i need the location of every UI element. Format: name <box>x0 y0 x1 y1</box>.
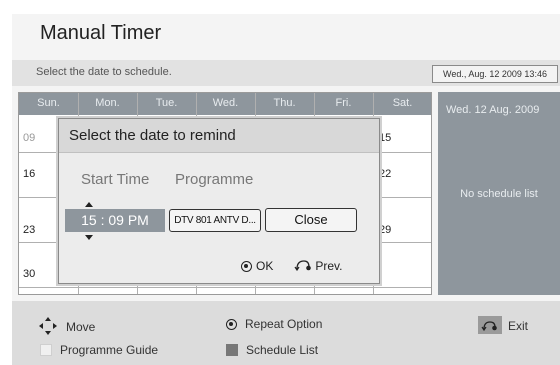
day-header-fri: Fri. <box>335 97 352 109</box>
programme-label: Programme <box>175 171 254 188</box>
day-header-sun: Sun. <box>37 97 60 109</box>
calendar-day-23[interactable]: 23 <box>23 224 35 236</box>
day-header-tue: Tue. <box>155 97 178 109</box>
help-exit: Exit <box>478 316 528 334</box>
help-repeat-option: Repeat Option <box>226 317 322 331</box>
help-move: Move <box>38 316 95 336</box>
exit-label: Exit <box>508 319 529 333</box>
current-datetime: Wed., Aug. 12 2009 13:46 <box>432 65 558 83</box>
dialog-title: Select the date to remind <box>69 127 236 144</box>
start-time-field[interactable]: 15 : 09 PM <box>65 209 165 232</box>
start-time-label: Start Time <box>81 171 150 188</box>
return-icon <box>294 260 311 272</box>
close-button[interactable]: Close <box>265 208 357 232</box>
calendar-day-29[interactable]: 29 <box>379 224 391 236</box>
day-header-sat: Sat. <box>392 97 413 109</box>
help-schedule-list: Schedule List <box>226 343 318 357</box>
help-bar: Move Repeat Option Exit Programme Guide … <box>12 301 560 365</box>
dialog-title-bar: Select the date to remind <box>59 119 379 153</box>
calendar-header: Sun. Mon. Tue. Wed. Thu. Fri. Sat. <box>19 93 431 115</box>
ok-label: OK <box>256 259 274 273</box>
calendar-day-22[interactable]: 22 <box>379 168 391 180</box>
time-down-icon[interactable] <box>85 235 93 240</box>
manual-timer-screen: Manual Timer Select the date to schedule… <box>12 14 560 365</box>
dialog-footer: OK Prev. <box>241 259 343 273</box>
no-schedule-message: No schedule list <box>460 188 538 200</box>
help-programme-guide: Programme Guide <box>40 343 158 357</box>
time-up-icon[interactable] <box>85 202 93 207</box>
selected-date: Wed. 12 Aug. 2009 <box>446 104 540 116</box>
instruction-text: Select the date to schedule. <box>36 66 172 78</box>
schedule-side-panel: Wed. 12 Aug. 2009 No schedule list <box>438 92 560 295</box>
day-header-thu: Thu. <box>273 97 296 109</box>
day-header-wed: Wed. <box>212 97 239 109</box>
repeat-option-label: Repeat Option <box>245 317 323 331</box>
grid-line <box>19 287 431 288</box>
remind-dialog: Select the date to remind Start Time Pro… <box>58 118 380 284</box>
schedule-list-label: Schedule List <box>246 343 319 357</box>
page-title: Manual Timer <box>40 22 162 44</box>
instruction-bar: Select the date to schedule. Wed., Aug. … <box>12 60 560 86</box>
exit-icon <box>478 316 502 334</box>
ok-button-icon <box>226 319 237 330</box>
move-arrows-icon <box>39 317 57 335</box>
white-key-icon <box>40 344 52 356</box>
programme-guide-label: Programme Guide <box>60 343 159 357</box>
ok-icon <box>241 261 252 272</box>
prev-label: Prev. <box>315 259 343 273</box>
day-header-mon: Mon. <box>95 97 120 109</box>
calendar-day-16[interactable]: 16 <box>23 168 35 180</box>
programme-select[interactable]: DTV 801 ANTV D... <box>169 209 261 232</box>
grey-key-icon <box>226 344 238 356</box>
move-label: Move <box>66 320 96 334</box>
calendar-day-30[interactable]: 30 <box>23 268 35 280</box>
calendar-day-09[interactable]: 09 <box>23 132 35 144</box>
calendar-day-15[interactable]: 15 <box>379 132 391 144</box>
